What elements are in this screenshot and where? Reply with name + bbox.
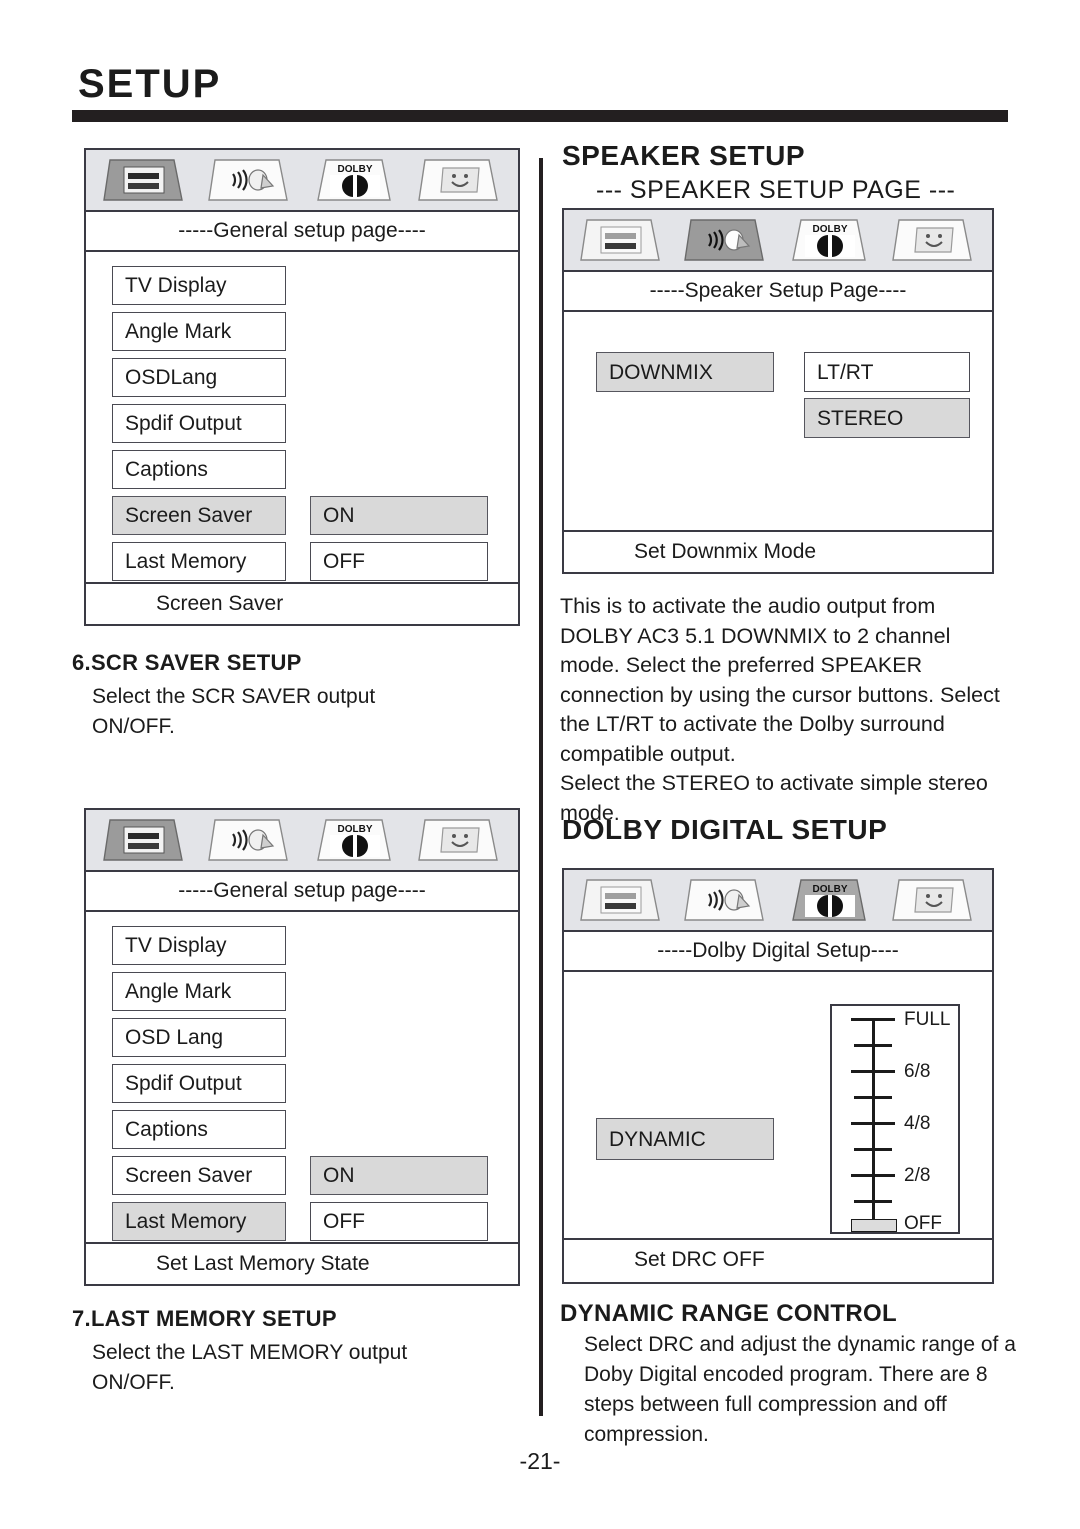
osd-subtitle: -----Dolby Digital Setup---- (564, 932, 992, 972)
section-body-scr-saver: Select the SCR SAVER output ON/OFF. (92, 685, 376, 738)
osd-subtitle: -----General setup page---- (86, 212, 518, 252)
speaker-setup-icon[interactable] (207, 156, 293, 204)
preference-setup-icon[interactable] (417, 816, 503, 864)
osd-body: TV Display Angle Mark OSD Lang Spdif Out… (86, 912, 518, 1242)
header-rule (72, 110, 1008, 122)
drc-label-6-8: 6/8 (904, 1061, 931, 1082)
speaker-setup-icon[interactable] (207, 816, 293, 864)
osd-body: TV Display Angle Mark OSDLang Spdif Outp… (86, 252, 518, 582)
general-setup-icon[interactable] (102, 816, 188, 864)
svg-text:DOLBY: DOLBY (337, 164, 372, 175)
osd-tab-bar: DOLBY (564, 870, 992, 932)
drc-tick-4 (851, 1122, 895, 1125)
osd-tab-bar: DOLBY (86, 810, 518, 872)
page-title: SETUP (78, 62, 222, 106)
menu-item-screen-saver[interactable]: Screen Saver (112, 1156, 286, 1195)
osd-panel-dolby-digital: DOLBY -----Dolby Digital Setup---- DYNAM… (562, 868, 994, 1284)
drc-tick-2 (851, 1174, 895, 1177)
menu-item-spdif-output[interactable]: Spdif Output (112, 404, 286, 443)
section-heading-drc: DYNAMIC RANGE CONTROL (560, 1300, 897, 1327)
general-setup-icon[interactable] (579, 216, 665, 264)
dolby-digital-icon[interactable]: DOLBY (312, 156, 398, 204)
drc-tick-6 (851, 1070, 895, 1073)
preference-setup-icon[interactable] (891, 216, 977, 264)
menu-item-spdif-output[interactable]: Spdif Output (112, 1064, 286, 1103)
svg-text:DOLBY: DOLBY (337, 824, 372, 835)
osd-footer-status: Set Last Memory State (86, 1242, 518, 1284)
menu-item-dynamic[interactable]: DYNAMIC (596, 1118, 774, 1160)
option-on[interactable]: ON (310, 1156, 488, 1195)
svg-text:DOLBY: DOLBY (813, 224, 848, 235)
osd-tab-bar: DOLBY (564, 210, 992, 272)
menu-item-last-memory[interactable]: Last Memory (112, 542, 286, 581)
osd-panel-general-2: DOLBY -----General setup page---- TV Dis… (84, 808, 520, 1286)
menu-item-tv-display[interactable]: TV Display (112, 926, 286, 965)
dolby-digital-setup-heading: DOLBY DIGITAL SETUP (562, 814, 888, 845)
osd-body: DOWNMIX LT/RT STEREO (564, 312, 992, 530)
osd-footer-status: Set Downmix Mode (564, 530, 992, 572)
page-number: -21- (519, 1448, 561, 1474)
speaker-setup-icon[interactable] (683, 876, 769, 924)
speaker-setup-description: This is to activate the audio output fro… (560, 594, 1000, 825)
preference-setup-icon[interactable] (417, 156, 503, 204)
drc-label-2-8: 2/8 (904, 1165, 931, 1186)
osd-panel-speaker-setup: DOLBY -----Speaker Setup Page---- DOWNMI… (562, 208, 994, 574)
drc-tick-1 (854, 1200, 892, 1203)
section-body-drc: Select DRC and adjust the dynamic range … (584, 1333, 1016, 1446)
menu-item-angle-mark[interactable]: Angle Mark (112, 972, 286, 1011)
option-off[interactable]: OFF (310, 542, 488, 581)
drc-tick-3 (854, 1148, 892, 1151)
menu-item-last-memory[interactable]: Last Memory (112, 1202, 286, 1241)
section-heading-last-memory: 7.LAST MEMORY SETUP (72, 1306, 337, 1331)
menu-item-captions[interactable]: Captions (112, 1110, 286, 1149)
option-off[interactable]: OFF (310, 1202, 488, 1241)
menu-item-osd-lang[interactable]: OSD Lang (112, 1018, 286, 1057)
option-stereo[interactable]: STEREO (804, 398, 970, 438)
speaker-setup-page-label: --- SPEAKER SETUP PAGE --- (596, 176, 956, 204)
drc-tick-5 (854, 1096, 892, 1099)
drc-label-full: FULL (904, 1009, 951, 1030)
drc-label-off: OFF (904, 1213, 942, 1234)
speaker-setup-icon[interactable] (683, 216, 769, 264)
osd-footer-status: Set DRC OFF (564, 1238, 992, 1280)
osd-subtitle: -----Speaker Setup Page---- (564, 272, 992, 312)
general-setup-icon[interactable] (579, 876, 665, 924)
column-divider (539, 158, 543, 1416)
drc-tick-8 (851, 1018, 895, 1021)
option-lt-rt[interactable]: LT/RT (804, 352, 970, 392)
osd-body: DYNAMIC FULL 6/8 4/8 2/8 OFF (564, 972, 992, 1238)
menu-item-tv-display[interactable]: TV Display (112, 266, 286, 305)
drc-slider[interactable]: FULL 6/8 4/8 2/8 OFF (830, 1004, 960, 1234)
section-body-last-memory: Select the LAST MEMORY output ON/OFF. (92, 1341, 408, 1394)
manual-page: SETUP DOLBY -----General setup page---- … (0, 0, 1080, 1529)
menu-item-angle-mark[interactable]: Angle Mark (112, 312, 286, 351)
drc-label-4-8: 4/8 (904, 1113, 931, 1134)
menu-item-screen-saver[interactable]: Screen Saver (112, 496, 286, 535)
option-on[interactable]: ON (310, 496, 488, 535)
menu-item-downmix[interactable]: DOWNMIX (596, 352, 774, 392)
menu-item-captions[interactable]: Captions (112, 450, 286, 489)
dolby-digital-icon[interactable]: DOLBY (312, 816, 398, 864)
osd-tab-bar: DOLBY (86, 150, 518, 212)
menu-item-osd-lang[interactable]: OSDLang (112, 358, 286, 397)
osd-subtitle: -----General setup page---- (86, 872, 518, 912)
drc-slider-knob[interactable] (851, 1219, 897, 1232)
section-heading-scr-saver: 6.SCR SAVER SETUP (72, 650, 302, 675)
svg-text:DOLBY: DOLBY (813, 884, 848, 895)
osd-panel-general-1: DOLBY -----General setup page---- TV Dis… (84, 148, 520, 626)
speaker-setup-heading: SPEAKER SETUP (562, 140, 805, 171)
general-setup-icon[interactable] (102, 156, 188, 204)
preference-setup-icon[interactable] (891, 876, 977, 924)
dolby-digital-icon[interactable]: DOLBY (787, 216, 873, 264)
drc-tick-7 (854, 1044, 892, 1047)
osd-footer-status: Screen Saver (86, 582, 518, 624)
dolby-digital-icon[interactable]: DOLBY (787, 876, 873, 924)
